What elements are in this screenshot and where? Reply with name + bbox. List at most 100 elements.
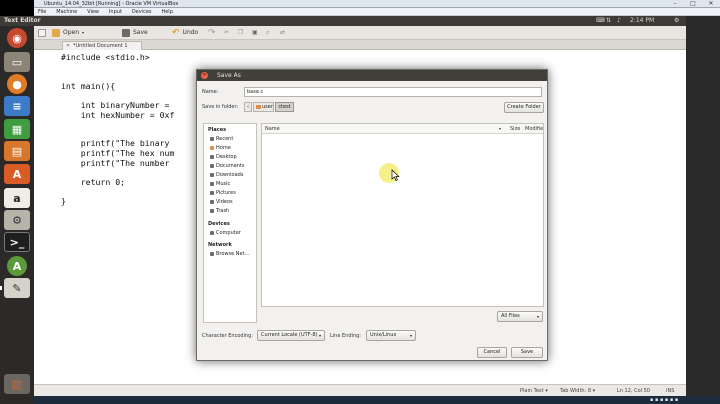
folder-open-icon	[52, 29, 60, 37]
code-editor[interactable]: #include <stdio.h> int main(){ int binar…	[61, 52, 174, 207]
place-trash[interactable]: Trash	[210, 208, 229, 214]
open-button[interactable]: Open ▾	[52, 28, 84, 38]
menu-devices[interactable]: Devices	[128, 8, 156, 16]
place-label: Music	[216, 181, 231, 187]
line-ending-label: Line Ending:	[330, 333, 361, 339]
path-ctest-button[interactable]: ctest	[275, 102, 294, 112]
devices-header: Devices	[208, 221, 230, 227]
place-recent[interactable]: Recent	[210, 136, 233, 142]
tray-icons[interactable]: ▪ ▪ ▪ ▪ ▪ ▪	[650, 396, 678, 404]
maximize-button[interactable]: □	[684, 0, 702, 8]
cut-icon: ✂	[224, 29, 230, 36]
tab-untitled-document[interactable]: ✕ *Untitled Document 1	[62, 41, 142, 50]
status-bar: Plain Text ▾ Tab Width: 8 ▾ Ln 12, Col 5…	[34, 384, 686, 396]
menu-file[interactable]: File	[34, 8, 50, 16]
menu-input[interactable]: Input	[105, 8, 126, 16]
settings-icon[interactable]: ⚙	[4, 210, 30, 230]
file-list[interactable]: Name ▾ Size Modifie	[261, 123, 544, 307]
menu-view[interactable]: View	[83, 8, 103, 16]
active-app-indicator	[0, 286, 2, 290]
find-button[interactable]: ⌕	[266, 28, 269, 38]
place-music[interactable]: Music	[210, 181, 230, 187]
minimize-button[interactable]: –	[666, 0, 684, 8]
place-downloads[interactable]: Downloads	[210, 172, 243, 178]
editor-toolbar: Open ▾ Save ↶ Undo ↷ ✂ ❐ ▣ ⌕ ⇄	[34, 26, 686, 40]
place-label: Home	[216, 145, 231, 151]
network-indicator-icon[interactable]: ⇅	[606, 16, 611, 26]
path-user-button[interactable]: user	[253, 102, 274, 112]
column-name[interactable]: Name	[265, 124, 280, 134]
vbox-menubar: File Machine View Input Devices Help	[34, 8, 720, 16]
impress-icon[interactable]: ▤	[4, 141, 30, 161]
update-manager-icon[interactable]: A	[7, 256, 27, 276]
path-back-button[interactable]: ‹	[244, 102, 252, 112]
save-in-label: Save in folder:	[202, 104, 239, 110]
ubuntu-logo-icon[interactable]: ◉	[7, 28, 27, 48]
software-center-icon[interactable]: A	[4, 164, 30, 184]
new-button[interactable]	[38, 28, 46, 38]
volume-icon[interactable]: ♪	[617, 16, 621, 26]
file-filter-select[interactable]: All Files ▾	[497, 311, 543, 322]
menu-machine[interactable]: Machine	[52, 8, 81, 16]
place-videos[interactable]: Videos	[210, 199, 233, 205]
line-ending-select[interactable]: Unix/Linux ▾	[366, 330, 416, 341]
undo-button[interactable]: ↶ Undo	[172, 28, 198, 38]
column-size[interactable]: Size	[510, 124, 520, 134]
place-label: Browse Net...	[216, 251, 250, 257]
file-list-header: Name ▾ Size Modifie	[262, 124, 543, 134]
replace-button[interactable]: ⇄	[280, 28, 285, 38]
firefox-icon[interactable]: ●	[7, 74, 27, 94]
save-label: Save	[133, 29, 148, 36]
place-documents[interactable]: Documents	[210, 163, 245, 169]
files-icon[interactable]: ▭	[4, 52, 30, 72]
trash-icon[interactable]: ▥	[4, 374, 30, 394]
filename-input[interactable]: base.c	[244, 87, 542, 97]
create-folder-button[interactable]: Create Folder	[504, 102, 544, 113]
close-tab-icon[interactable]: ✕	[66, 42, 70, 50]
folder-icon	[210, 164, 214, 168]
cancel-button[interactable]: Cancel	[477, 347, 507, 358]
chevron-down-icon: ▾	[82, 30, 85, 35]
save-button[interactable]: Save	[122, 28, 148, 38]
place-pictures[interactable]: Pictures	[210, 190, 236, 196]
save-icon	[122, 29, 130, 37]
undo-label: Undo	[182, 29, 199, 36]
clock-text[interactable]: 2:14 PM	[630, 16, 654, 26]
encoding-select[interactable]: Current Locale (UTF-8) ▾	[257, 330, 325, 341]
place-desktop[interactable]: Desktop	[210, 154, 237, 160]
chevron-down-icon: ▾	[409, 333, 412, 338]
redo-icon: ↷	[208, 28, 216, 38]
undo-icon: ↶	[172, 28, 180, 38]
menu-help[interactable]: Help	[157, 8, 176, 16]
close-icon[interactable]: ✕	[201, 72, 208, 79]
file-filter-value: All Files	[501, 313, 520, 319]
music-icon	[210, 182, 214, 186]
network-browse[interactable]: Browse Net...	[210, 251, 249, 257]
gear-icon[interactable]: ⚙	[674, 16, 679, 26]
network-icon	[210, 252, 214, 256]
redo-button[interactable]: ↷	[208, 28, 216, 38]
place-label: Trash	[216, 208, 230, 214]
place-label: Documents	[216, 163, 245, 169]
place-home[interactable]: Home	[210, 145, 231, 151]
save-dialog-button[interactable]: Save	[511, 347, 543, 358]
vbox-window-title: Ubuntu_14.04_32bit [Running] - Oracle VM…	[44, 1, 179, 7]
place-label: Computer	[216, 230, 241, 236]
new-document-icon	[38, 29, 46, 37]
amazon-icon[interactable]: a	[4, 188, 30, 208]
desktop-icon	[210, 155, 214, 159]
calc-icon[interactable]: ▦	[4, 119, 30, 139]
column-modified[interactable]: Modifie	[525, 124, 543, 134]
copy-button[interactable]: ❐	[238, 28, 243, 38]
paste-button[interactable]: ▣	[252, 28, 258, 38]
dialog-titlebar: Save As	[197, 70, 547, 81]
places-header: Places	[208, 127, 227, 133]
cut-button[interactable]: ✂	[224, 28, 229, 38]
close-window-button[interactable]: ✕	[702, 0, 720, 8]
terminal-icon[interactable]: >_	[4, 232, 30, 252]
keyboard-icon[interactable]: ⌨	[596, 16, 605, 26]
text-editor-icon[interactable]: ✎	[4, 278, 30, 298]
line-ending-value: Unix/Linux	[370, 332, 397, 338]
device-computer[interactable]: Computer	[210, 230, 241, 236]
writer-icon[interactable]: ≡	[4, 96, 30, 116]
